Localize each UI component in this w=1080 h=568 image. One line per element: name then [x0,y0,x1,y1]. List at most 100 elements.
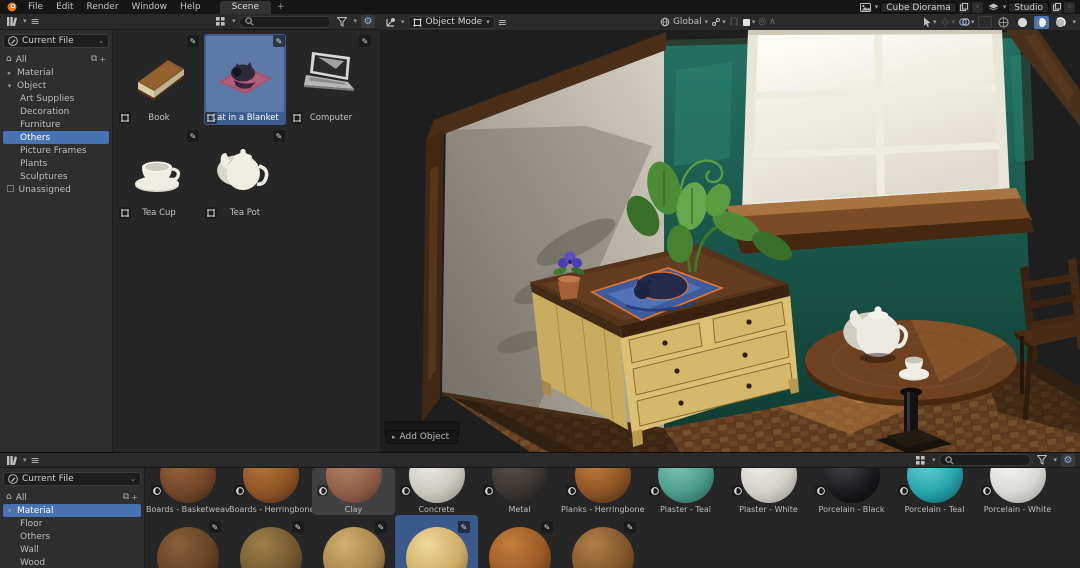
material-tile-row2-4-selected[interactable]: ✎ [395,515,478,568]
material-tile-porcelain-white[interactable]: Porcelain - White [976,468,1059,515]
collapse-arrow[interactable]: ▾ [6,507,13,515]
scene-browse-chevron[interactable]: ▾ [875,3,879,11]
shading-wireframe-button[interactable] [996,16,1011,29]
scene-icon[interactable] [859,1,873,13]
display-mode-chevron[interactable]: ▾ [232,18,236,25]
operator-panel-label[interactable]: ▸ Add Object [386,430,459,444]
viewport-menu-icon[interactable]: ≡ [498,17,507,28]
menu-window[interactable]: Window [126,0,174,14]
add-catalog-icon[interactable]: + [99,55,106,64]
blender-logo-icon[interactable] [5,2,19,13]
menu-render[interactable]: Render [81,0,125,14]
display-mode-chevron[interactable]: ▾ [932,456,936,464]
material-tile-row2-2[interactable]: ✎ [229,515,312,568]
asset-browser-menu-icon[interactable]: ≡ [31,455,40,466]
view-layer-browse-chevron[interactable]: ▾ [1003,3,1007,11]
snap-toggle-magnet-icon[interactable] [729,17,739,27]
edit-asset-icon[interactable]: ✎ [273,130,285,142]
menu-file[interactable]: File [22,0,49,14]
edit-asset-icon[interactable]: ✎ [624,521,636,533]
display-mode-icon[interactable] [214,16,228,28]
catalog-item-picture-frames[interactable]: Picture Frames [3,144,109,157]
display-settings-gear-icon[interactable]: ⚙ [361,15,375,28]
edit-asset-icon[interactable]: ✎ [187,130,199,142]
material-tile-plaster-white[interactable]: Plaster - White [727,468,810,515]
catalog-item-wood[interactable]: Wood [3,556,141,568]
material-tile-planks-herringbone[interactable]: Planks - Herringbone [561,468,644,515]
asset-tile-tea-pot[interactable]: ✎ Tea Pot [204,129,286,220]
add-catalog-icon[interactable]: + [131,493,138,502]
pivot-point-dropdown[interactable]: ▾ [711,17,726,27]
filter-icon[interactable] [1035,454,1049,466]
edit-asset-icon[interactable]: ✎ [273,35,285,47]
collapse-arrow[interactable]: ▾ [6,82,13,90]
material-tile-row2-6[interactable]: ✎ [561,515,644,568]
material-tile-row2-3[interactable]: ✎ [312,515,395,568]
mode-select[interactable]: Object Mode ▾ [407,15,495,29]
catalog-item-unassigned[interactable]: ▢ Unassigned [3,183,109,196]
material-tile-row2-5[interactable]: ✎ [478,515,561,568]
menu-edit[interactable]: Edit [50,0,79,14]
shading-solid-button[interactable] [1015,16,1030,29]
edit-asset-icon[interactable]: ✎ [375,521,387,533]
material-tile-metal[interactable]: Metal [478,468,561,515]
shading-rendered-button[interactable] [1053,16,1068,29]
shading-material-preview-button[interactable] [1034,15,1050,29]
filter-chevron[interactable]: ▾ [353,18,357,25]
add-workspace-button[interactable]: + [272,2,290,12]
edit-asset-icon[interactable]: ✎ [209,521,221,533]
catalog-item-decoration[interactable]: Decoration [3,105,109,118]
material-tile-clay[interactable]: Clay [312,468,395,515]
proportional-editing-icon[interactable]: ◎ [758,17,766,27]
catalog-item-others[interactable]: Others [3,131,109,144]
material-tile-concrete[interactable]: Concrete [395,468,478,515]
viewport-canvas[interactable]: ▸ Add Object [380,30,1080,452]
editor-type-3d-viewport-icon[interactable] [384,16,398,28]
show-object-types-dropdown[interactable]: ▾ [923,17,936,27]
editor-type-chevron[interactable]: ▾ [23,456,27,464]
delete-view-layer-button[interactable]: ✕ [1064,1,1075,13]
editor-type-chevron[interactable]: ▾ [23,18,27,25]
delete-scene-button[interactable]: ✕ [971,1,983,13]
catalog-item-plants[interactable]: Plants [3,157,109,170]
asset-search-input[interactable] [239,15,332,28]
menu-help[interactable]: Help [174,0,207,14]
catalog-collection-icon[interactable]: ⧉ [91,55,97,64]
orientation-dropdown[interactable]: Global ▾ [660,17,708,27]
window[interactable] [742,30,1010,212]
edit-asset-icon[interactable]: ✎ [359,35,371,47]
new-scene-button[interactable] [958,1,970,13]
asset-library-select[interactable]: Current File ⌄ [3,472,141,486]
material-tile-porcelain-black[interactable]: Porcelain - Black [810,468,893,515]
asset-browser-menu-icon[interactable]: ≡ [31,16,40,27]
filter-icon[interactable] [335,16,349,28]
gizmos-dropdown[interactable]: ▾ [940,17,955,27]
edit-asset-icon[interactable]: ✎ [458,521,470,533]
asset-tile-cat-in-a-blanket[interactable]: ✎ Cat in a Blanket [204,34,286,125]
proportional-falloff-icon[interactable]: ∧ [769,17,776,27]
material-tile-porcelain-teal[interactable]: Porcelain - Teal [893,468,976,515]
catalog-item-furniture[interactable]: Furniture [3,118,109,131]
catalog-item-art-supplies[interactable]: Art Supplies [3,92,109,105]
material-tile-boards-basketweave[interactable]: Boards - Basketweave [146,468,229,515]
editor-type-asset-browser-icon[interactable] [5,454,19,466]
catalog-item-wall[interactable]: Wall [3,543,141,556]
catalog-collection-icon[interactable]: ⧉ [123,493,129,502]
asset-search-input[interactable] [939,454,1032,466]
editor-type-asset-browser-icon[interactable] [5,16,19,28]
view-layer-icon[interactable] [987,1,1001,13]
edit-asset-icon[interactable]: ✎ [292,521,304,533]
asset-library-select[interactable]: Current File ⌄ [3,34,109,48]
catalog-item-material[interactable]: ▾ Material [3,504,141,517]
workspace-tab-scene[interactable]: Scene [219,0,272,14]
catalog-item-all[interactable]: ⌂ All ⧉ + [3,491,141,504]
new-view-layer-button[interactable] [1051,1,1062,13]
filter-chevron[interactable]: ▾ [1053,456,1057,464]
expand-arrow[interactable]: ▸ [6,69,13,77]
catalog-item-floor[interactable]: Floor [3,517,141,530]
snap-settings-dropdown[interactable]: ▾ [742,18,755,27]
asset-tile-tea-cup[interactable]: ✎ Tea Cup [118,129,200,220]
catalog-item-others[interactable]: Others [3,530,141,543]
display-settings-gear-icon[interactable]: ⚙ [1061,453,1075,467]
editor-type-chevron[interactable]: ▾ [401,18,405,26]
